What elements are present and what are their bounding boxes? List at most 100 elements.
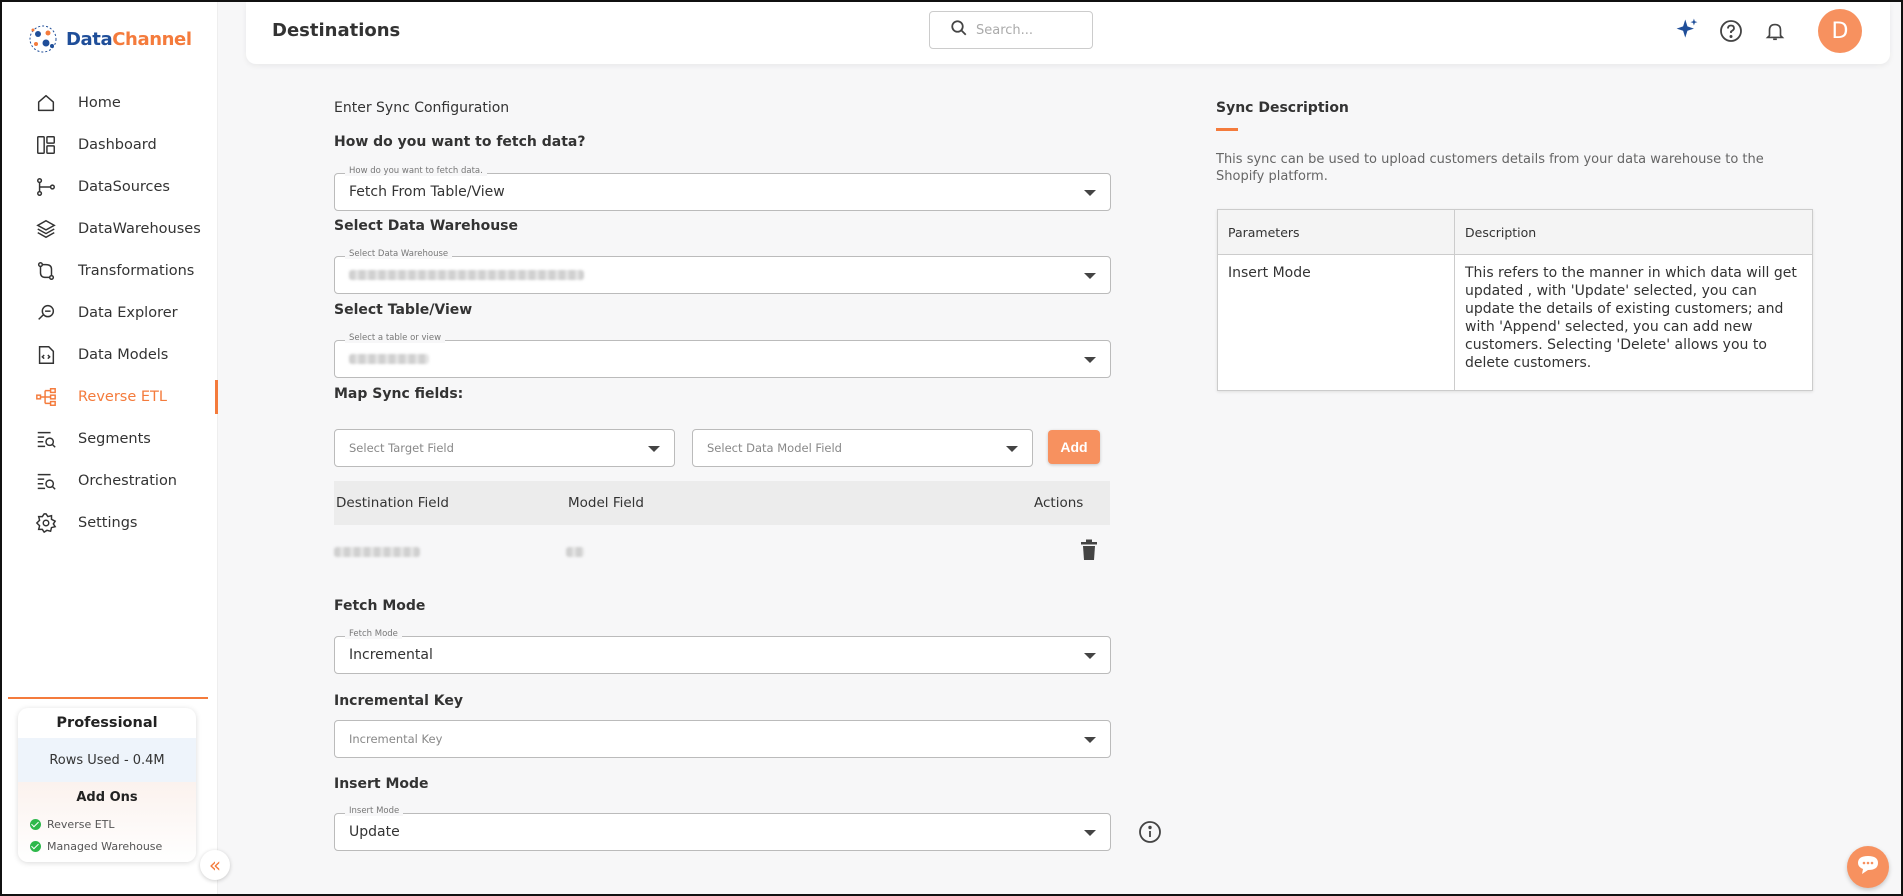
fetch-mode-select[interactable]: Fetch Mode Incremental: [334, 629, 1111, 674]
chevron-down-icon: [1084, 737, 1096, 743]
sidebar-item-label: Reverse ETL: [78, 389, 167, 405]
chevron-down-icon: [1084, 830, 1096, 836]
incremental-key-select[interactable]: Incremental Key: [334, 720, 1111, 758]
chevron-down-icon: [1084, 190, 1096, 196]
column-header: Parameters: [1217, 209, 1455, 255]
sidebar-item-datasources[interactable]: DataSources: [2, 166, 218, 208]
sidebar-item-transformations[interactable]: Transformations: [2, 250, 218, 292]
addons-section: Add Ons Reverse ETL Managed Warehouse: [18, 782, 196, 862]
redacted-value: [349, 354, 429, 364]
check-icon: [30, 818, 41, 830]
mapping-table-header: Destination Field Model Field Actions: [334, 481, 1110, 525]
top-header: Destinations D: [246, 2, 1890, 64]
datasources-icon: [34, 175, 58, 199]
home-icon: [34, 91, 58, 115]
help-icon[interactable]: [1718, 18, 1744, 44]
redacted-value: [334, 547, 420, 557]
plan-card: Professional Rows Used - 0.4M Add Ons Re…: [18, 708, 196, 862]
sidebar-item-settings[interactable]: Settings: [2, 502, 218, 544]
fetch-method-select[interactable]: How do you want to fetch data. Fetch Fro…: [334, 166, 1111, 211]
sidebar-item-label: Orchestration: [78, 473, 178, 489]
sidebar-item-label: Segments: [78, 431, 151, 447]
warehouse-label: Select Data Warehouse: [334, 218, 518, 234]
table-select[interactable]: Select a table or view: [334, 333, 1111, 378]
logo[interactable]: DataChannel: [26, 22, 192, 56]
sidebar-item-label: Dashboard: [78, 137, 157, 153]
redacted-value: [349, 270, 584, 280]
column-header: Actions: [1034, 495, 1084, 511]
orchestration-icon: [34, 469, 58, 493]
parameter-cell: Insert Mode: [1217, 254, 1455, 391]
addon-item: Reverse ETL: [18, 813, 196, 835]
data-model-icon: [34, 343, 58, 367]
brand-name: DataChannel: [66, 28, 192, 50]
chevron-down-icon: [648, 446, 660, 452]
sidebar-item-label: Data Explorer: [78, 305, 178, 321]
sidebar-item-reverse-etl[interactable]: Reverse ETL: [2, 376, 218, 418]
search-icon: [950, 19, 968, 41]
model-field-select[interactable]: Select Data Model Field: [692, 429, 1033, 467]
add-mapping-button[interactable]: Add: [1048, 430, 1100, 464]
sidebar-item-label: Transformations: [78, 263, 195, 279]
chevron-down-icon: [1006, 446, 1018, 452]
transform-icon: [34, 259, 58, 283]
fetch-mode-label: Fetch Mode: [334, 598, 426, 614]
map-fields-label: Map Sync fields:: [334, 386, 464, 402]
chat-bubble-icon: [1856, 854, 1880, 880]
plan-title: Professional: [56, 715, 158, 731]
sidebar-item-label: Data Models: [78, 347, 169, 363]
table-row: [334, 525, 1110, 579]
mapping-table: Destination Field Model Field Actions: [334, 481, 1110, 579]
warehouse-select[interactable]: Select Data Warehouse: [334, 249, 1111, 294]
target-field-select[interactable]: Select Target Field: [334, 429, 675, 467]
dashboard-icon: [34, 133, 58, 157]
column-header: Model Field: [568, 495, 644, 511]
sidebar-item-segments[interactable]: Segments: [2, 418, 218, 460]
title-underline: [1216, 128, 1238, 131]
segments-icon: [34, 427, 58, 451]
chevron-down-icon: [1084, 273, 1096, 279]
sidebar-item-data-explorer[interactable]: Data Explorer: [2, 292, 218, 334]
insert-mode-select[interactable]: Insert Mode Update: [334, 806, 1111, 851]
insert-mode-label: Insert Mode: [334, 776, 429, 792]
sidebar-item-label: Home: [78, 95, 121, 111]
sidebar-item-datawarehouses[interactable]: DataWarehouses: [2, 208, 218, 250]
trash-icon[interactable]: [1080, 539, 1098, 565]
chevron-down-icon: [1084, 653, 1096, 659]
ai-sparkle-icon[interactable]: [1674, 16, 1700, 42]
sidebar-nav: Home Dashboard DataSources DataWarehouse…: [2, 82, 218, 544]
table-header-row: Parameters Description: [1217, 209, 1813, 255]
page-title: Destinations: [272, 20, 401, 41]
bell-icon[interactable]: [1762, 18, 1788, 44]
table-label: Select Table/View: [334, 302, 473, 318]
table-row: Insert Mode This refers to the manner in…: [1217, 254, 1813, 391]
sidebar-item-label: DataSources: [78, 179, 170, 195]
sidebar-item-dashboard[interactable]: Dashboard: [2, 124, 218, 166]
layers-icon: [34, 217, 58, 241]
sidebar: DataChannel Home Dashboard DataSources D…: [2, 2, 218, 894]
chevron-down-icon: [1084, 357, 1096, 363]
info-icon[interactable]: [1138, 820, 1162, 848]
sidebar-item-data-models[interactable]: Data Models: [2, 334, 218, 376]
section-title: Enter Sync Configuration: [334, 100, 510, 116]
search-box[interactable]: [929, 11, 1093, 49]
chat-support-button[interactable]: [1847, 846, 1889, 888]
addons-title: Add Ons: [76, 790, 138, 805]
column-header: Description: [1454, 209, 1813, 255]
sync-description-title: Sync Description: [1216, 100, 1349, 116]
column-header: Destination Field: [336, 495, 449, 511]
reverse-etl-icon: [34, 385, 58, 409]
explorer-icon: [34, 301, 58, 325]
search-input[interactable]: [976, 22, 1076, 38]
rows-used: Rows Used - 0.4M: [18, 738, 196, 782]
plan-divider: [8, 697, 208, 699]
avatar[interactable]: D: [1818, 9, 1862, 53]
sidebar-item-label: Settings: [78, 515, 138, 531]
sidebar-item-home[interactable]: Home: [2, 82, 218, 124]
datachannel-logo-icon: [26, 22, 60, 56]
double-chevron-left-icon: «: [208, 853, 222, 877]
sidebar-item-orchestration[interactable]: Orchestration: [2, 460, 218, 502]
collapse-sidebar-button[interactable]: «: [200, 850, 230, 880]
parameters-table: Parameters Description Insert Mode This …: [1217, 209, 1813, 391]
sidebar-item-label: DataWarehouses: [78, 221, 201, 237]
